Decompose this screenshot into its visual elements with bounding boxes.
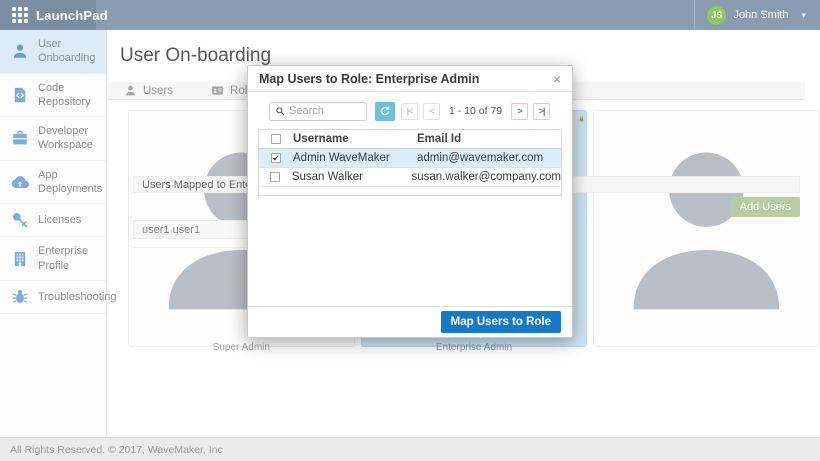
bug-icon [11,288,29,306]
sidebar-item-user-onboarding[interactable]: User Onboarding [0,30,106,74]
page-title: User On-boarding [120,45,271,67]
avatar[interactable]: JS [707,6,726,25]
sidebar-item-label: Licenses [38,213,81,227]
logo-area[interactable]: LaunchPad [0,0,96,30]
sidebar-item-troubleshooting[interactable]: Troubleshooting [0,281,106,314]
cell-username: Susan Walker [292,171,412,183]
sidebar-item-code-repository[interactable]: Code Repository [0,74,106,118]
sidebar-item-label: App Deployments [38,168,102,197]
person-lock-icon [600,117,813,342]
add-users-button[interactable]: Add Users [731,197,800,217]
last-page-button[interactable]: >| [533,103,550,120]
select-all-checkbox[interactable] [271,134,281,144]
user-icon [11,42,29,60]
page-footer: All Rights Reserved. © 2017, WaveMaker, … [0,437,820,461]
column-header-username: Username [293,133,417,145]
first-page-button[interactable]: |< [401,103,418,120]
role-card-partial[interactable] [593,110,820,347]
chevron-down-icon[interactable]: ▾ [801,10,806,21]
search-icon [275,106,285,116]
key-icon [11,211,29,229]
sidebar-item-developer-workspace[interactable]: Developer Workspace [0,117,106,161]
user-icon [124,84,137,97]
tab-users[interactable]: Users [118,84,179,97]
next-page-button[interactable]: > [511,103,528,120]
sidebar-item-label: Code Repository [38,81,100,110]
pagination: |< < 1 - 10 of 79 > >| [401,103,550,120]
building-icon [11,250,29,268]
prev-page-button[interactable]: < [423,103,440,120]
map-users-modal: Map Users to Role: Enterprise Admin × |<… [247,65,573,338]
sidebar-item-app-deployments[interactable]: App Deployments [0,161,106,205]
briefcase-icon [11,129,29,147]
cloud-upload-icon [11,173,29,191]
user-name: John Smith [733,9,788,21]
cell-email: admin@wavemaker.com [417,152,561,164]
app-grid-icon[interactable] [12,7,28,23]
pagination-range-label: 1 - 10 of 79 [449,105,502,117]
sidebar-item-label: User Onboarding [38,37,100,66]
code-repository-icon [11,86,29,104]
mapped-user-name: user1 user1 [142,224,200,236]
app-name: LaunchPad [36,8,108,23]
sidebar-item-label: Developer Workspace [38,124,100,153]
user-menu[interactable]: JS John Smith ▾ [694,0,820,30]
cell-username: Admin WaveMaker [293,152,417,164]
map-users-to-role-button[interactable]: Map Users to Role [441,311,561,333]
copyright-text: All Rights Reserved. © 2017, WaveMaker, … [10,444,223,456]
table-row[interactable]: ✔ Admin WaveMaker admin@wavemaker.com [259,149,561,168]
row-checkbox[interactable]: ✔ [271,153,281,163]
sidebar: User Onboarding Code Repository Develope… [0,30,107,437]
refresh-button[interactable] [375,102,395,121]
table-spacer [259,187,561,195]
search-box [269,102,367,121]
lock-icon [578,115,585,123]
search-input[interactable] [289,105,361,117]
close-icon[interactable]: × [553,72,561,86]
row-checkbox[interactable] [270,172,280,182]
role-card-icon [211,84,224,97]
modal-toolbar: |< < 1 - 10 of 79 > >| [269,101,562,121]
tab-label: Users [143,85,173,97]
role-card-label: Enterprise Admin [368,342,581,355]
column-header-email: Email Id [417,133,561,145]
user-icon [600,117,813,342]
users-table: Username Email Id ✔ Admin WaveMaker admi… [258,129,562,196]
modal-footer: Map Users to Role [248,306,572,337]
sidebar-item-label: Enterprise Profile [38,244,100,273]
table-header-row: Username Email Id [259,130,561,149]
modal-header: Map Users to Role: Enterprise Admin × [248,66,572,92]
top-bar: LaunchPad JS John Smith ▾ [0,0,820,30]
role-card-label: Super Admin [135,342,348,355]
refresh-icon [379,105,391,117]
modal-title: Map Users to Role: Enterprise Admin [259,72,479,86]
cell-email: susan.walker@company.com [411,171,561,183]
table-row[interactable]: Susan Walker susan.walker@company.com [259,168,561,187]
sidebar-item-enterprise-profile[interactable]: Enterprise Profile [0,237,106,281]
sidebar-item-licenses[interactable]: Licenses [0,204,106,237]
sidebar-item-label: Troubleshooting [38,290,116,304]
